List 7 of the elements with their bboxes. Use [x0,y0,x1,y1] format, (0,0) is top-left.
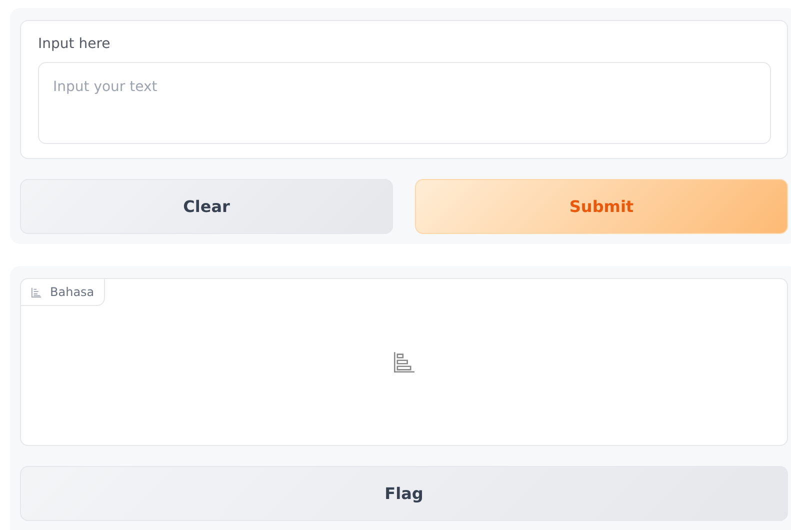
text-input-field[interactable]: Input your text [38,62,771,144]
clear-button[interactable]: Clear [20,179,393,234]
field-label: Input here [38,36,112,52]
bar-chart-icon [393,351,415,373]
output-label: Bahasa [50,285,94,299]
bar-chart-icon [31,286,42,298]
flag-button[interactable]: Flag [20,466,788,521]
